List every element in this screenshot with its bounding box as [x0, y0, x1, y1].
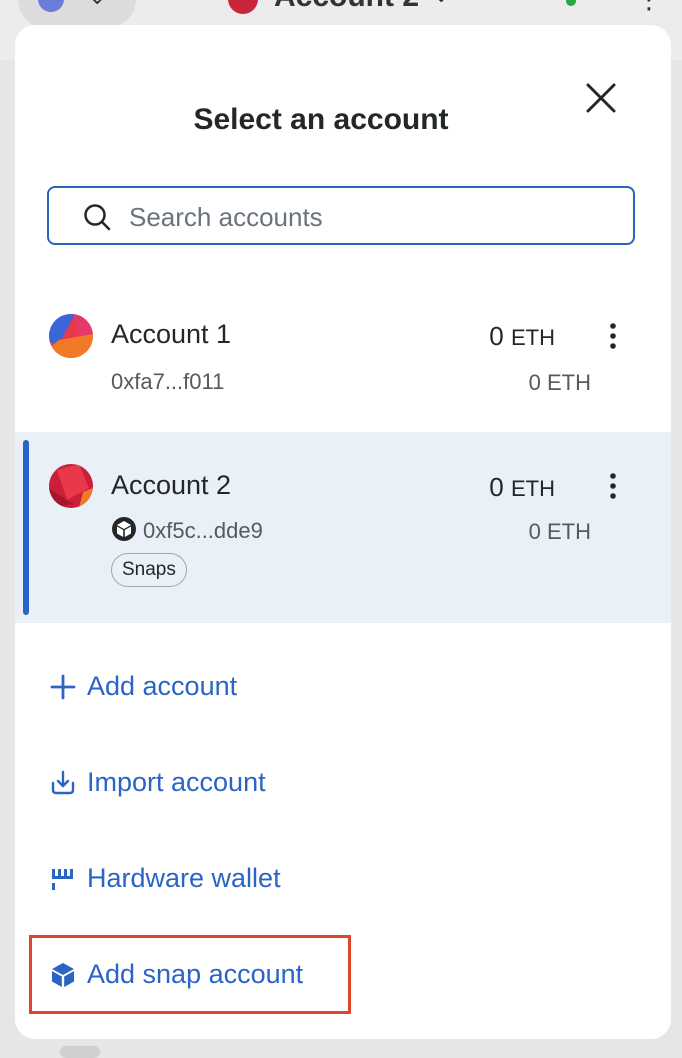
selected-indicator	[23, 440, 29, 615]
balance-unit: ETH	[511, 325, 555, 350]
close-icon	[586, 83, 616, 113]
account-options-button[interactable]	[601, 320, 625, 354]
balance-unit: ETH	[511, 476, 555, 501]
import-account-label: Import account	[87, 767, 266, 797]
account-item-1[interactable]: Account 1 0xfa7...f011 0 ETH 0 ETH	[15, 293, 671, 429]
account-address-text: 0xf5c...dde9	[143, 518, 263, 543]
search-input[interactable]	[127, 196, 621, 238]
network-selector[interactable]	[18, 0, 136, 28]
snap-icon	[112, 517, 136, 541]
connection-status-icon[interactable]	[548, 0, 582, 8]
kebab-menu-icon	[610, 323, 616, 349]
add-snap-account-label: Add snap account	[87, 959, 304, 989]
account-balance: 0 ETH	[489, 321, 555, 352]
kebab-menu-icon	[610, 473, 616, 499]
search-field	[47, 186, 635, 245]
balance-value: 0	[489, 321, 504, 351]
menu-icon[interactable]: ⋮	[636, 0, 662, 15]
balance-value: 0	[489, 472, 504, 502]
snaps-tag: Snaps	[111, 553, 187, 587]
account-selector-modal: Select an account Account 1 0xfa7...f011…	[15, 25, 671, 1039]
account-name: Account 1	[111, 319, 232, 349]
chevron-down-icon: ⌄	[88, 0, 106, 10]
avatar	[228, 0, 258, 14]
import-icon	[51, 770, 75, 795]
account-item-2[interactable]: Account 2 0xf5c...dde9 Snaps 0 ETH 0 ETH	[15, 432, 671, 623]
plus-icon	[50, 674, 76, 700]
snap-cube-icon	[52, 963, 74, 987]
account-name: Account 2	[111, 470, 232, 500]
hardware-wallet-icon	[52, 869, 73, 890]
account-secondary-balance: 0 ETH	[528, 370, 591, 395]
account-balance: 0 ETH	[489, 472, 555, 503]
avatar	[49, 314, 93, 358]
modal-title: Select an account	[193, 103, 449, 136]
hardware-wallet-label: Hardware wallet	[87, 863, 281, 893]
search-icon	[84, 204, 111, 231]
close-button[interactable]	[583, 80, 619, 116]
account-address: 0xfa7...f011	[111, 369, 225, 394]
account-secondary-balance: 0 ETH	[528, 519, 591, 544]
background-element	[60, 1046, 100, 1058]
account-address: 0xf5c...dde9	[111, 516, 263, 544]
account-options-button[interactable]	[601, 470, 625, 504]
add-account-label: Add account	[87, 671, 238, 701]
header-account-name[interactable]: Account 2	[274, 0, 419, 14]
avatar	[49, 464, 93, 508]
chevron-down-icon: ⌄	[432, 0, 450, 8]
